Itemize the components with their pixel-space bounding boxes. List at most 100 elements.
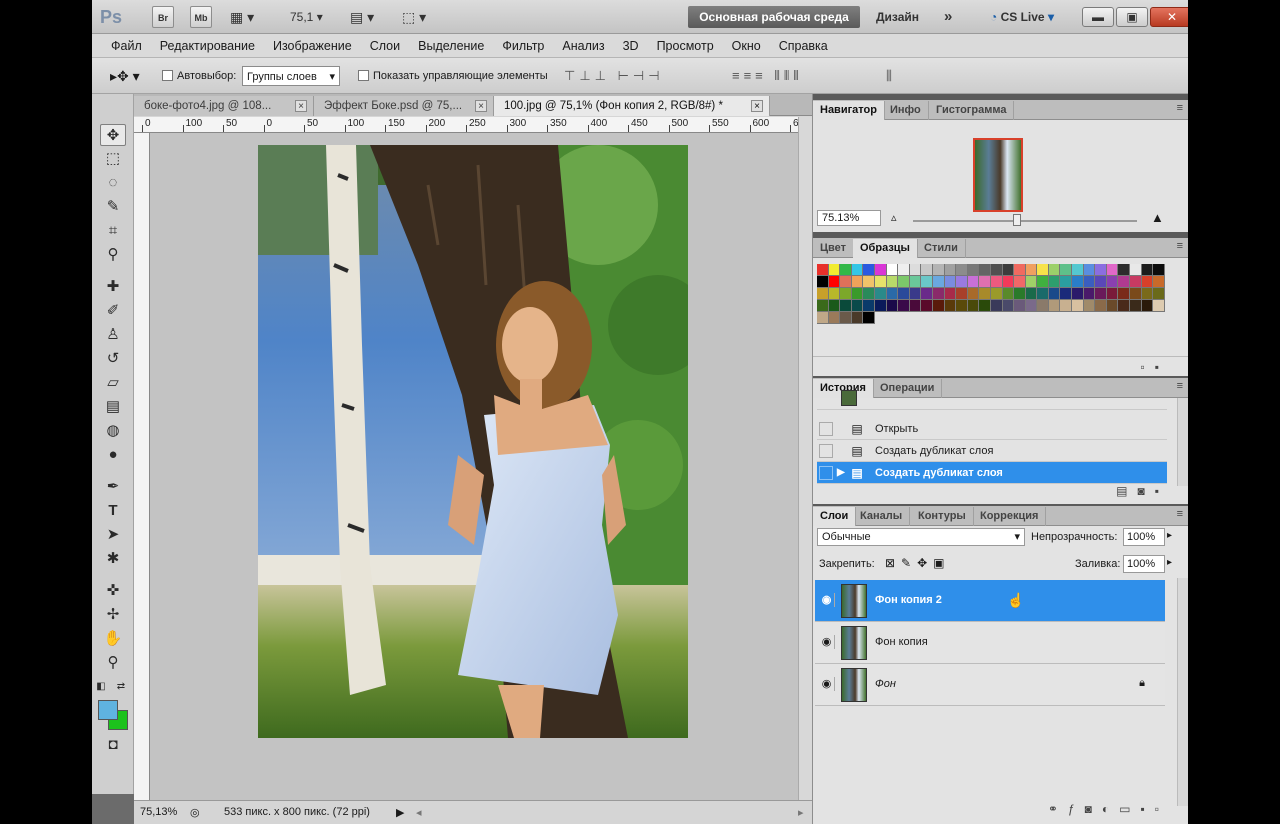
opacity-slider-icon[interactable]: ▸ xyxy=(1167,530,1172,541)
color-swatch[interactable] xyxy=(1095,276,1107,288)
navigator-zoom-knob[interactable] xyxy=(1013,214,1021,226)
color-swatch[interactable] xyxy=(851,300,864,312)
eraser-tool-icon[interactable]: ▱ xyxy=(100,372,126,394)
brush-tool-icon[interactable]: ✐ xyxy=(100,300,126,322)
3d-camera-tool-icon[interactable]: ✢ xyxy=(100,604,126,626)
color-swatch[interactable] xyxy=(1025,288,1038,300)
history-footer-icons[interactable]: ▤◙▪ xyxy=(1116,484,1169,498)
clone-stamp-tool-icon[interactable]: ♙ xyxy=(100,324,126,346)
screen-mode-icon[interactable]: ⬚ ▾ xyxy=(402,6,426,28)
tab-color[interactable]: Цвет xyxy=(813,239,855,258)
color-swatch[interactable] xyxy=(909,276,922,288)
color-swatch[interactable] xyxy=(909,264,922,276)
color-swatch[interactable] xyxy=(932,276,945,288)
color-swatch[interactable] xyxy=(863,264,875,276)
menu-analysis[interactable]: Анализ xyxy=(553,39,613,53)
move-tool-preset-icon[interactable]: ▸✥ ▾ xyxy=(110,66,140,86)
color-swatch[interactable] xyxy=(1083,264,1096,276)
color-swatch[interactable] xyxy=(840,312,852,324)
zoom-out-icon[interactable]: ▵ xyxy=(891,211,897,224)
color-swatch[interactable] xyxy=(944,300,957,312)
color-swatch[interactable] xyxy=(1048,264,1061,276)
close-button[interactable]: ✕ xyxy=(1150,7,1188,27)
workspace-essentials-button[interactable]: Основная рабочая среда xyxy=(688,6,860,28)
color-swatch[interactable] xyxy=(1060,300,1073,312)
zoom-in-icon[interactable]: ▲ xyxy=(1151,210,1164,225)
tab-swatches[interactable]: Образцы xyxy=(853,239,918,258)
tab-layers[interactable]: Слои xyxy=(813,507,857,526)
color-swatch[interactable] xyxy=(1025,264,1038,276)
auto-align-icon[interactable]: ⫼ xyxy=(886,66,896,86)
shape-tool-icon[interactable]: ✱ xyxy=(100,548,126,570)
history-source-checkbox[interactable] xyxy=(819,466,833,480)
align-icons[interactable]: ⊤⊥⊥ ⊢⊣⊣ xyxy=(564,66,664,86)
color-swatch[interactable] xyxy=(944,276,957,288)
menu-window[interactable]: Окно xyxy=(723,39,770,53)
layers-footer-icons[interactable]: ⚭ƒ◙◐▭▪▫ xyxy=(1048,802,1169,816)
history-item[interactable]: ▤ Открыть xyxy=(817,418,1167,440)
crop-tool-icon[interactable]: ⌗ xyxy=(100,220,126,242)
color-swatch[interactable] xyxy=(828,276,841,288)
blend-mode-dropdown[interactable]: Обычные ▾ xyxy=(817,528,1025,546)
opacity-field[interactable]: 100% xyxy=(1123,528,1165,546)
color-swatch[interactable] xyxy=(1141,276,1154,288)
color-swatch[interactable] xyxy=(1072,288,1084,300)
menu-file[interactable]: Файл xyxy=(102,39,151,53)
path-selection-tool-icon[interactable]: ➤ xyxy=(100,524,126,546)
color-swatch[interactable] xyxy=(1118,300,1131,312)
color-swatch[interactable] xyxy=(1153,276,1165,288)
color-swatch[interactable] xyxy=(1037,276,1049,288)
color-swatch[interactable] xyxy=(1002,288,1015,300)
tab-boke-foto4[interactable]: боке-фото4.jpg @ 108... × xyxy=(134,96,314,116)
color-swatch[interactable] xyxy=(1118,276,1131,288)
color-swatch[interactable] xyxy=(828,288,841,300)
tab-100-jpg[interactable]: 100.jpg @ 75,1% (Фон копия 2, RGB/8#) * … xyxy=(494,96,770,116)
color-swatch[interactable] xyxy=(1014,276,1026,288)
arrange-documents-icon[interactable]: ▤ ▾ xyxy=(350,6,374,28)
color-swatch[interactable] xyxy=(851,264,864,276)
color-swatch[interactable] xyxy=(1083,300,1096,312)
color-swatch[interactable] xyxy=(1014,288,1026,300)
menu-help[interactable]: Справка xyxy=(770,39,837,53)
color-swatch[interactable] xyxy=(1072,276,1084,288)
layers-scrollbar[interactable] xyxy=(1177,578,1188,806)
color-swatch[interactable] xyxy=(886,264,899,276)
color-swatch[interactable] xyxy=(1083,276,1096,288)
fill-field[interactable]: 100% xyxy=(1123,555,1165,573)
color-swatch[interactable] xyxy=(990,300,1003,312)
color-swatch[interactable] xyxy=(956,276,968,288)
zoom-tool-icon[interactable]: ⚲ xyxy=(100,652,126,674)
status-menu-icon[interactable]: ◎ xyxy=(190,806,200,819)
history-item[interactable]: ▤ Создать дубликат слоя xyxy=(817,440,1167,462)
history-source-checkbox[interactable] xyxy=(819,422,833,436)
tab-info[interactable]: Инфо xyxy=(883,101,929,120)
color-swatch[interactable] xyxy=(1141,288,1154,300)
color-swatch[interactable] xyxy=(898,288,910,300)
color-swatch[interactable] xyxy=(817,300,829,312)
color-swatch[interactable] xyxy=(921,276,933,288)
view-extras-icon[interactable]: ▦ ▾ xyxy=(230,6,254,28)
color-swatch[interactable] xyxy=(921,288,933,300)
type-tool-icon[interactable]: T xyxy=(100,500,126,522)
panel-menu-icon[interactable]: ≡ xyxy=(1177,508,1183,520)
panel-menu-icon[interactable]: ≡ xyxy=(1177,380,1183,392)
color-swatch[interactable] xyxy=(990,264,1003,276)
color-swatch[interactable] xyxy=(1002,264,1015,276)
scroll-right-icon[interactable]: ▸ xyxy=(798,806,804,819)
color-swatch[interactable] xyxy=(840,288,852,300)
workspace-design-button[interactable]: Дизайн xyxy=(876,6,919,28)
color-swatch[interactable] xyxy=(817,264,829,276)
color-swatch[interactable] xyxy=(1060,288,1073,300)
bridge-button[interactable]: Br xyxy=(152,6,174,28)
color-swatch[interactable] xyxy=(979,288,991,300)
visibility-eye-icon[interactable]: ◉ xyxy=(819,593,835,607)
color-swatch[interactable] xyxy=(979,300,991,312)
color-swatch[interactable] xyxy=(1002,300,1015,312)
color-swatch[interactable] xyxy=(1106,288,1119,300)
visibility-eye-icon[interactable]: ◉ xyxy=(819,635,835,649)
panel-menu-icon[interactable]: ≡ xyxy=(1177,102,1183,114)
color-swatch[interactable] xyxy=(967,288,980,300)
color-swatch[interactable] xyxy=(1025,300,1038,312)
show-transform-controls-checkbox[interactable]: Показать управляющие элементы xyxy=(358,66,548,86)
lock-icons[interactable]: ⊠✎✥▣ xyxy=(885,556,951,570)
